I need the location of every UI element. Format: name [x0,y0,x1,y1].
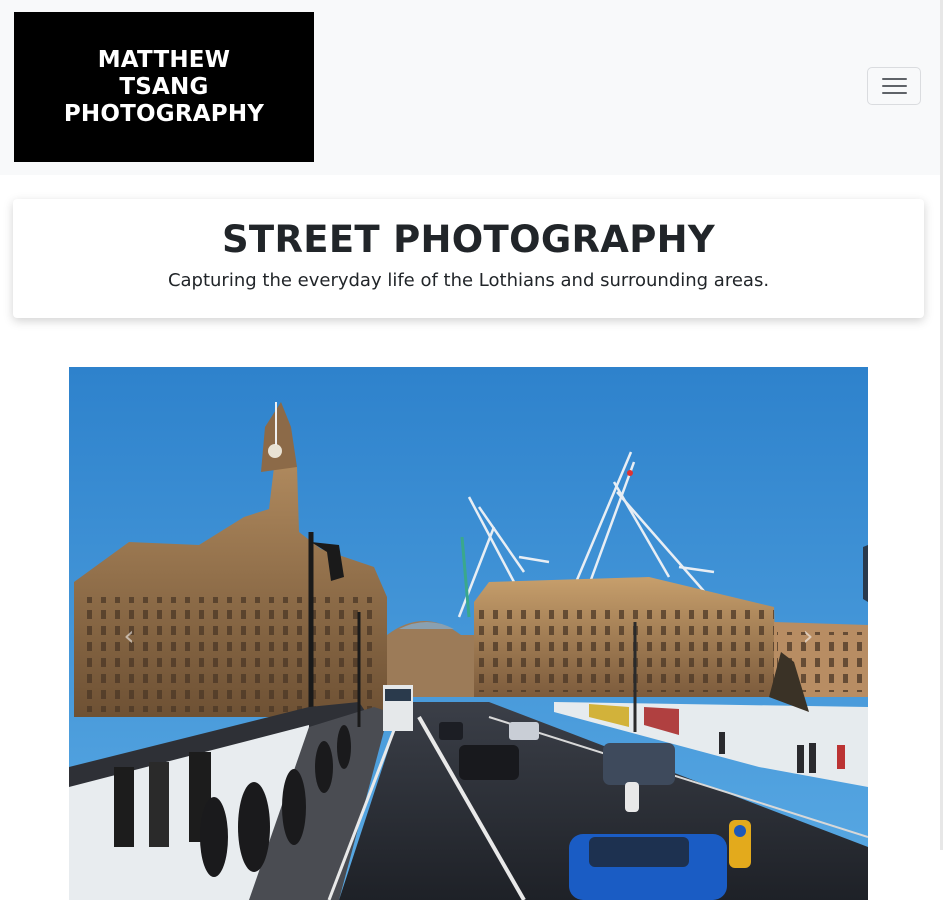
page-title: STREET PHOTOGRAPHY [221,218,716,261]
brand-logo[interactable]: MATTHEW TSANG PHOTOGRAPHY [14,12,314,162]
chevron-left-icon: ‹ [123,618,135,652]
hamburger-menu-icon [882,78,907,80]
navbar: MATTHEW TSANG PHOTOGRAPHY [0,0,943,175]
logo-line-3: PHOTOGRAPHY [63,100,265,127]
logo-line-1: MATTHEW [97,46,231,73]
street-photo [69,367,868,900]
page-header-card: STREET PHOTOGRAPHY Capturing the everyda… [13,199,924,318]
navbar-toggler-button[interactable] [867,67,921,105]
photo-carousel[interactable] [69,367,868,900]
carousel-next-button[interactable]: › [793,605,823,665]
hamburger-menu-icon-bar [882,85,907,87]
chevron-right-icon: › [802,618,814,652]
page-subtitle: Capturing the everyday life of the Lothi… [167,270,770,291]
logo-line-2: TSANG [119,73,209,100]
carousel-prev-button[interactable]: ‹ [114,605,144,665]
hamburger-menu-icon-bar [882,92,907,94]
